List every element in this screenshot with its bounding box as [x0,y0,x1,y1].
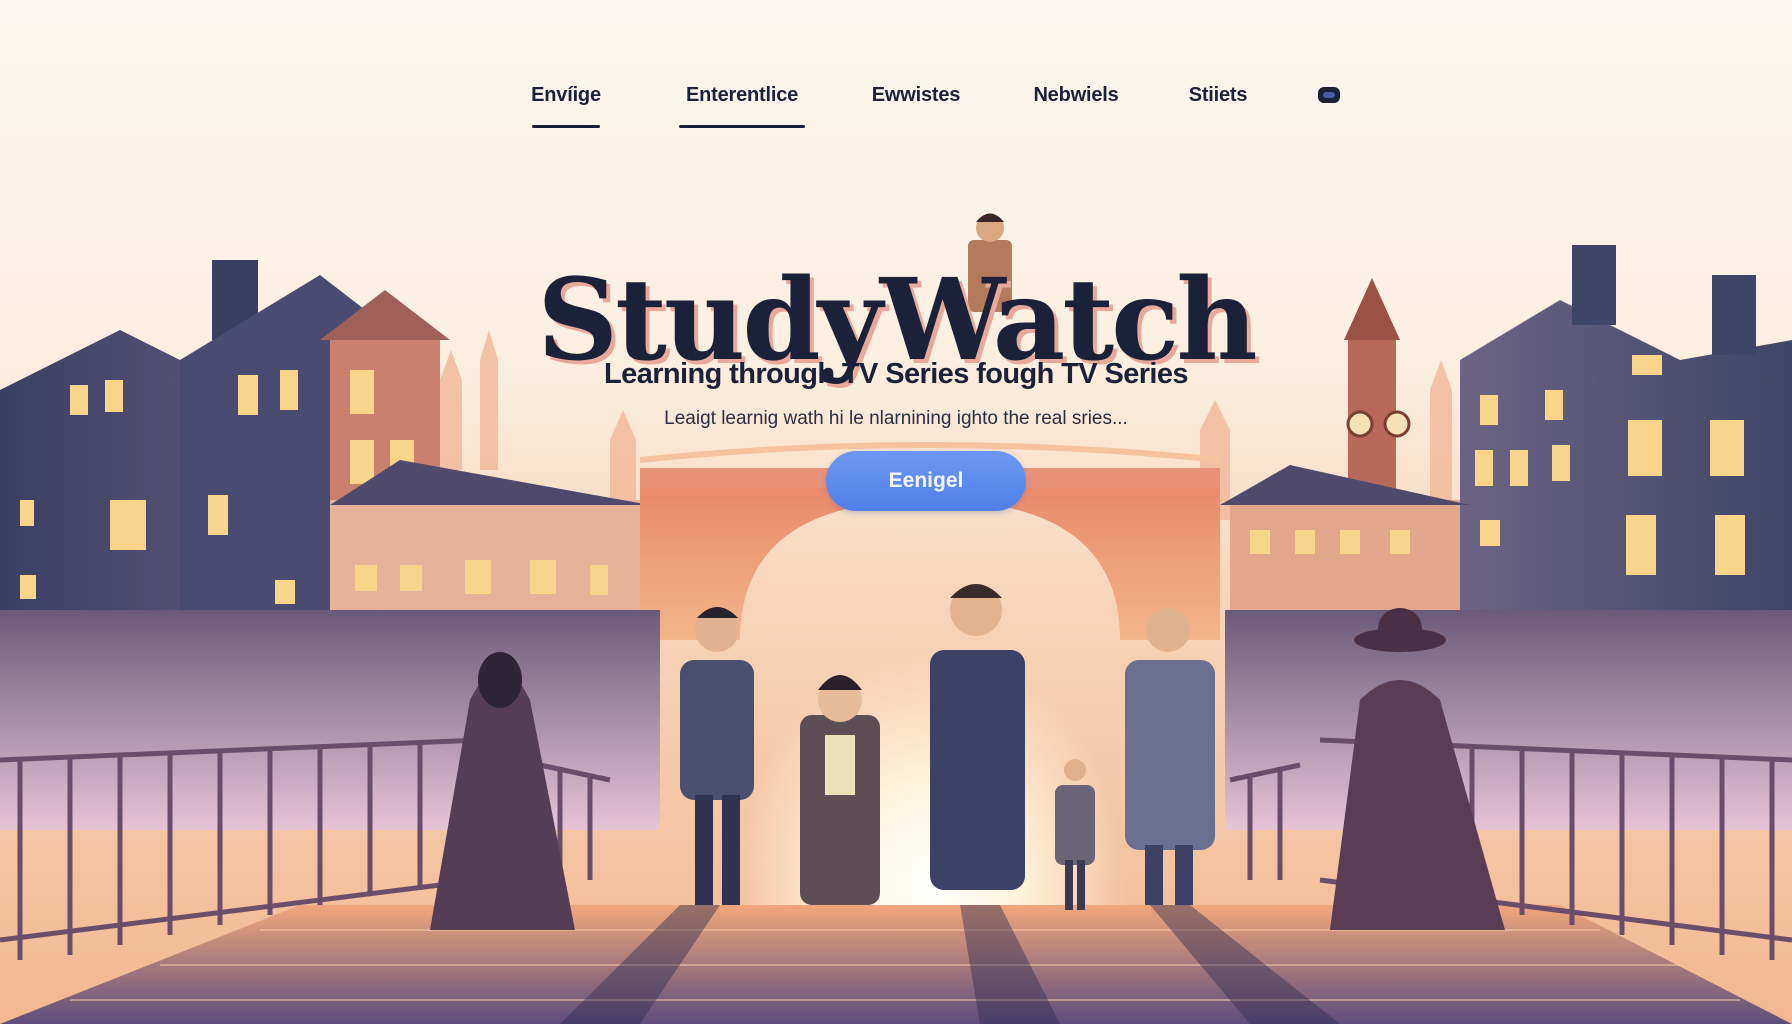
nav-item-label: Stiiets [1188,84,1248,106]
cta-label: Eenigel [888,469,964,492]
nav-item-label: Ewwistes [871,84,961,106]
toggle-icon[interactable] [1318,87,1340,103]
tagline: Learning through TV Series fough TV Seri… [604,358,1188,390]
nav-item-label: Enterentlice [685,84,799,106]
cta-button[interactable]: Eenigel [826,451,1026,511]
top-navigation: Envíige Enterentlice Ewwistes Nebwiels S… [0,84,1792,134]
nav-item-label: Envíige [531,84,601,106]
nav-item-envige[interactable]: Envíige [531,84,601,128]
nav-item-stiiets[interactable]: Stiiets [1184,84,1252,128]
nav-item-enterentlice[interactable]: Enterentlice [679,84,805,128]
nav-item-nebwiels[interactable]: Nebwiels [1033,84,1119,128]
hero-illustration [0,0,1792,1024]
subheading: Leaigt learnig wath hi le nlarnining igh… [664,408,1128,429]
nav-item-label: Nebwiels [1033,84,1119,106]
nav-item-ewwistes[interactable]: Ewwistes [868,84,964,128]
